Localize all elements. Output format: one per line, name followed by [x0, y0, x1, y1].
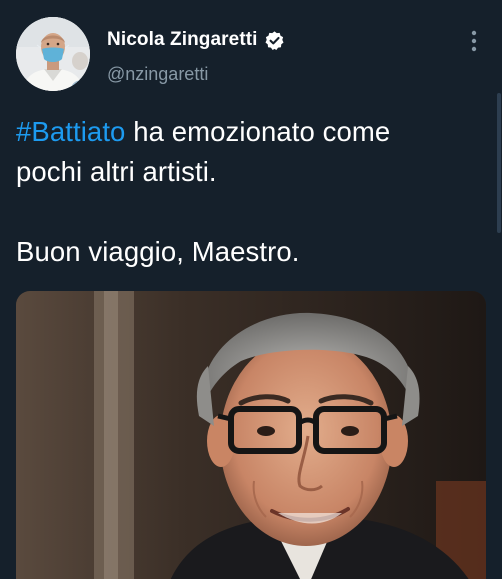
- author-name-row[interactable]: Nicola Zingaretti: [107, 29, 285, 51]
- tweet-text-line-1: #Battiato ha emozionato come: [16, 112, 486, 152]
- scrollbar[interactable]: [497, 93, 501, 233]
- avatar[interactable]: [16, 17, 90, 91]
- author-handle[interactable]: @nzingaretti: [107, 64, 208, 85]
- tweet-text-line-2: pochi altri artisti.: [16, 156, 217, 187]
- photo-portrait: [16, 291, 486, 579]
- tweet-text-line-1-rest: ha emozionato come: [125, 116, 391, 147]
- tweet-text: #Battiato ha emozionato come pochi altri…: [16, 112, 486, 272]
- tweet[interactable]: Nicola Zingaretti @nzingaretti #Battiato…: [0, 0, 502, 579]
- verified-badge-icon: [264, 30, 285, 51]
- tweet-text-line-3: Buon viaggio, Maestro.: [16, 236, 300, 267]
- avatar-image: [16, 17, 90, 91]
- author-display-name[interactable]: Nicola Zingaretti: [107, 29, 258, 51]
- hashtag-link[interactable]: #Battiato: [16, 116, 125, 147]
- tweet-photo[interactable]: [16, 291, 486, 579]
- more-vertical-icon[interactable]: [466, 28, 482, 54]
